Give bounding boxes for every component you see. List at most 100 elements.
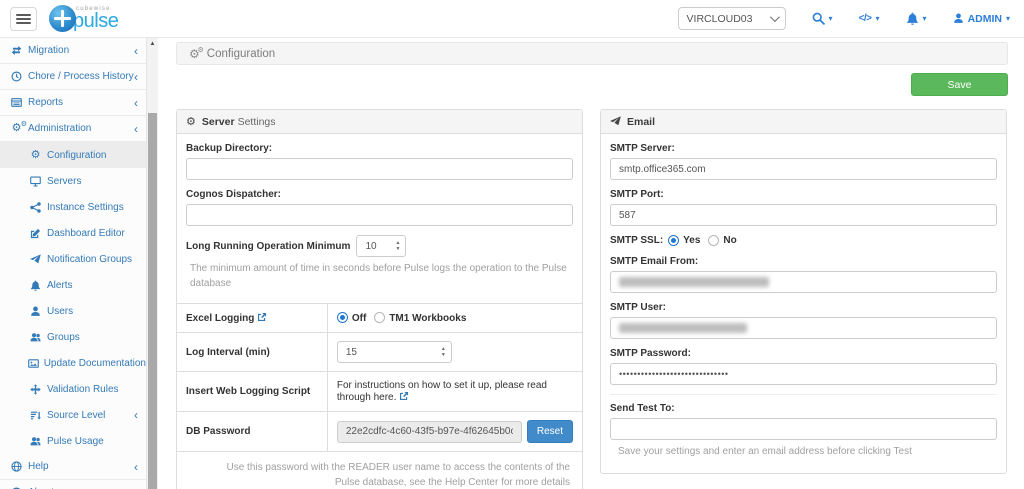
sidebar-item-label: Reports [28, 97, 63, 108]
sidebar-item-label: Pulse Usage [47, 436, 104, 447]
excel-logging-tm1-radio[interactable] [374, 312, 385, 323]
reset-button[interactable]: Reset [527, 420, 573, 443]
smtp-password-label: SMTP Password: [610, 348, 997, 359]
sitemap-icon [28, 202, 43, 213]
cogs-icon: ⚙⚙ [189, 47, 200, 61]
sidebar-item-groups[interactable]: Groups [0, 324, 146, 350]
sidebar-item-users[interactable]: Users [0, 298, 146, 324]
email-panel-title: Email [627, 116, 655, 128]
sidebar-item-administration[interactable]: ⚙⚙Administration‹ [0, 116, 146, 142]
excel-logging-options-cell: OffTM1 Workbooks [327, 304, 582, 333]
smtp-password-input[interactable] [610, 363, 997, 385]
sidebar-item-reports[interactable]: Reports‹ [0, 90, 146, 116]
sidebar-item-label: Instance Settings [47, 202, 124, 213]
number-spinner-buttons[interactable]: ▲▼ [436, 342, 451, 362]
email-panel: Email SMTP Server: SMTP Port: SMTP SSL: … [600, 109, 1007, 474]
sidebar-item-instance-settings[interactable]: Instance Settings [0, 194, 146, 220]
db-password-label: DB Password [177, 412, 327, 452]
chevron-left-icon: ‹ [134, 71, 138, 83]
smtp-server-label: SMTP Server: [610, 143, 997, 154]
scrollbar-thumb[interactable] [148, 113, 157, 489]
backup-directory-input[interactable] [186, 158, 573, 180]
external-link-icon[interactable] [257, 312, 267, 322]
sidebar-item-dashboard-editor[interactable]: Dashboard Editor [0, 220, 146, 246]
hamburger-menu-button[interactable] [10, 7, 37, 31]
panel-title-bold: Server [202, 116, 235, 128]
cog-icon: ⚙ [28, 150, 43, 161]
server-settings-panel-header: ⚙ Server Settings [177, 110, 582, 134]
save-button[interactable]: Save [911, 73, 1008, 96]
admin-user-menu-button[interactable]: ADMIN ▾ [953, 13, 1010, 25]
search-menu-button[interactable]: ▾ [812, 12, 833, 25]
log-interval-stepper[interactable]: 15 ▲▼ [337, 341, 452, 363]
table-row: DB Password Reset [177, 412, 582, 452]
sidebar-item-help[interactable]: Help ‹ [0, 454, 146, 480]
number-spinner-buttons[interactable]: ▲▼ [390, 236, 405, 256]
caret-down-icon: ▾ [1006, 14, 1010, 23]
paper-plane-icon [610, 116, 621, 127]
send-test-help: Save your settings and enter an email ad… [610, 442, 997, 467]
db-password-help: Use this password with the READER user n… [177, 451, 582, 489]
code-menu-button[interactable]: </> ▾ [859, 13, 880, 24]
smtp-ssl-yes-radio[interactable] [668, 235, 679, 246]
sidebar-item-servers[interactable]: Servers [0, 168, 146, 194]
long-running-minimum-help: The minimum amount of time in seconds be… [186, 262, 573, 293]
email-panel-header: Email [601, 110, 1006, 134]
cognos-dispatcher-input[interactable] [186, 204, 573, 226]
sidebar-item-migration[interactable]: Migration‹ [0, 38, 146, 64]
search-icon [812, 12, 825, 25]
server-select-dropdown[interactable]: VIRCLOUD03 [678, 7, 786, 30]
sidebar-item-alerts[interactable]: Alerts [0, 272, 146, 298]
redacted-value [619, 323, 747, 333]
smtp-user-input[interactable] [610, 317, 997, 339]
excel-logging-off-label: Off [352, 313, 366, 324]
table-row: Insert Web Logging Script For instructio… [177, 372, 582, 412]
sidebar-item-source-level[interactable]: Source Level‹ [0, 402, 146, 428]
external-link-icon[interactable] [399, 391, 409, 401]
sidebar-item-label: Users [47, 306, 73, 317]
sidebar-scrollbar[interactable]: ▲ [147, 38, 158, 489]
validation-icon [28, 384, 43, 395]
excel-logging-off-radio[interactable] [337, 312, 348, 323]
smtp-ssl-no-label: No [723, 235, 736, 246]
page-title-bar: ⚙⚙ Configuration [176, 42, 1008, 65]
sidebar-item-notification-groups[interactable]: Notification Groups [0, 246, 146, 272]
long-running-minimum-stepper[interactable]: 10 ▲▼ [356, 235, 406, 257]
sidebar-item-configuration[interactable]: ⚙Configuration [0, 142, 146, 168]
page-title: Configuration [207, 48, 275, 60]
bell-icon [906, 12, 919, 25]
users-icon [28, 332, 43, 343]
sidebar-item-update-documentation[interactable]: Update Documentation [0, 350, 146, 376]
sidebar-item-chore-process-history[interactable]: Chore / Process History‹ [0, 64, 146, 90]
sidebar-item-validation-rules[interactable]: Validation Rules [0, 376, 146, 402]
smtp-email-from-input[interactable] [610, 271, 997, 293]
sidebar-item-label: Help [28, 461, 49, 472]
pulse-logo[interactable]: cubewise pulse [49, 5, 118, 32]
top-header: cubewise pulse VIRCLOUD03 ▾ </> ▾ ▾ [0, 0, 1024, 38]
scrollbar-up-arrow-icon[interactable]: ▲ [147, 38, 158, 49]
smtp-ssl-no-radio[interactable] [708, 235, 719, 246]
notifications-menu-button[interactable]: ▾ [906, 12, 927, 25]
send-test-to-input[interactable] [610, 418, 997, 440]
caret-down-icon: ▾ [829, 14, 833, 23]
sidebar-item-about[interactable]: About [0, 480, 146, 489]
exchange-icon [9, 45, 24, 56]
sidebar-item-pulse-usage[interactable]: Pulse Usage [0, 428, 146, 454]
redacted-value [619, 277, 769, 287]
gear-icon: ⚙ [186, 115, 196, 128]
smtp-ssl-label: SMTP SSL: [610, 235, 663, 246]
sidebar-item-label: Notification Groups [47, 254, 132, 265]
chevron-left-icon: ‹ [134, 461, 138, 473]
smtp-user-label: SMTP User: [610, 302, 997, 313]
smtp-server-input[interactable] [610, 158, 997, 180]
server-select-value: VIRCLOUD03 [687, 13, 753, 25]
long-running-minimum-value: 10 [357, 236, 390, 256]
bell-icon [28, 280, 43, 291]
smtp-port-input[interactable] [610, 204, 997, 226]
clock-icon [9, 71, 24, 82]
panel-title-rest: Settings [238, 116, 276, 128]
web-logging-script-text: For instructions on how to set it up, pl… [337, 380, 547, 403]
sidebar-item-label: Groups [47, 332, 80, 343]
log-interval-value: 15 [338, 342, 436, 362]
chevron-down-icon [770, 12, 780, 22]
